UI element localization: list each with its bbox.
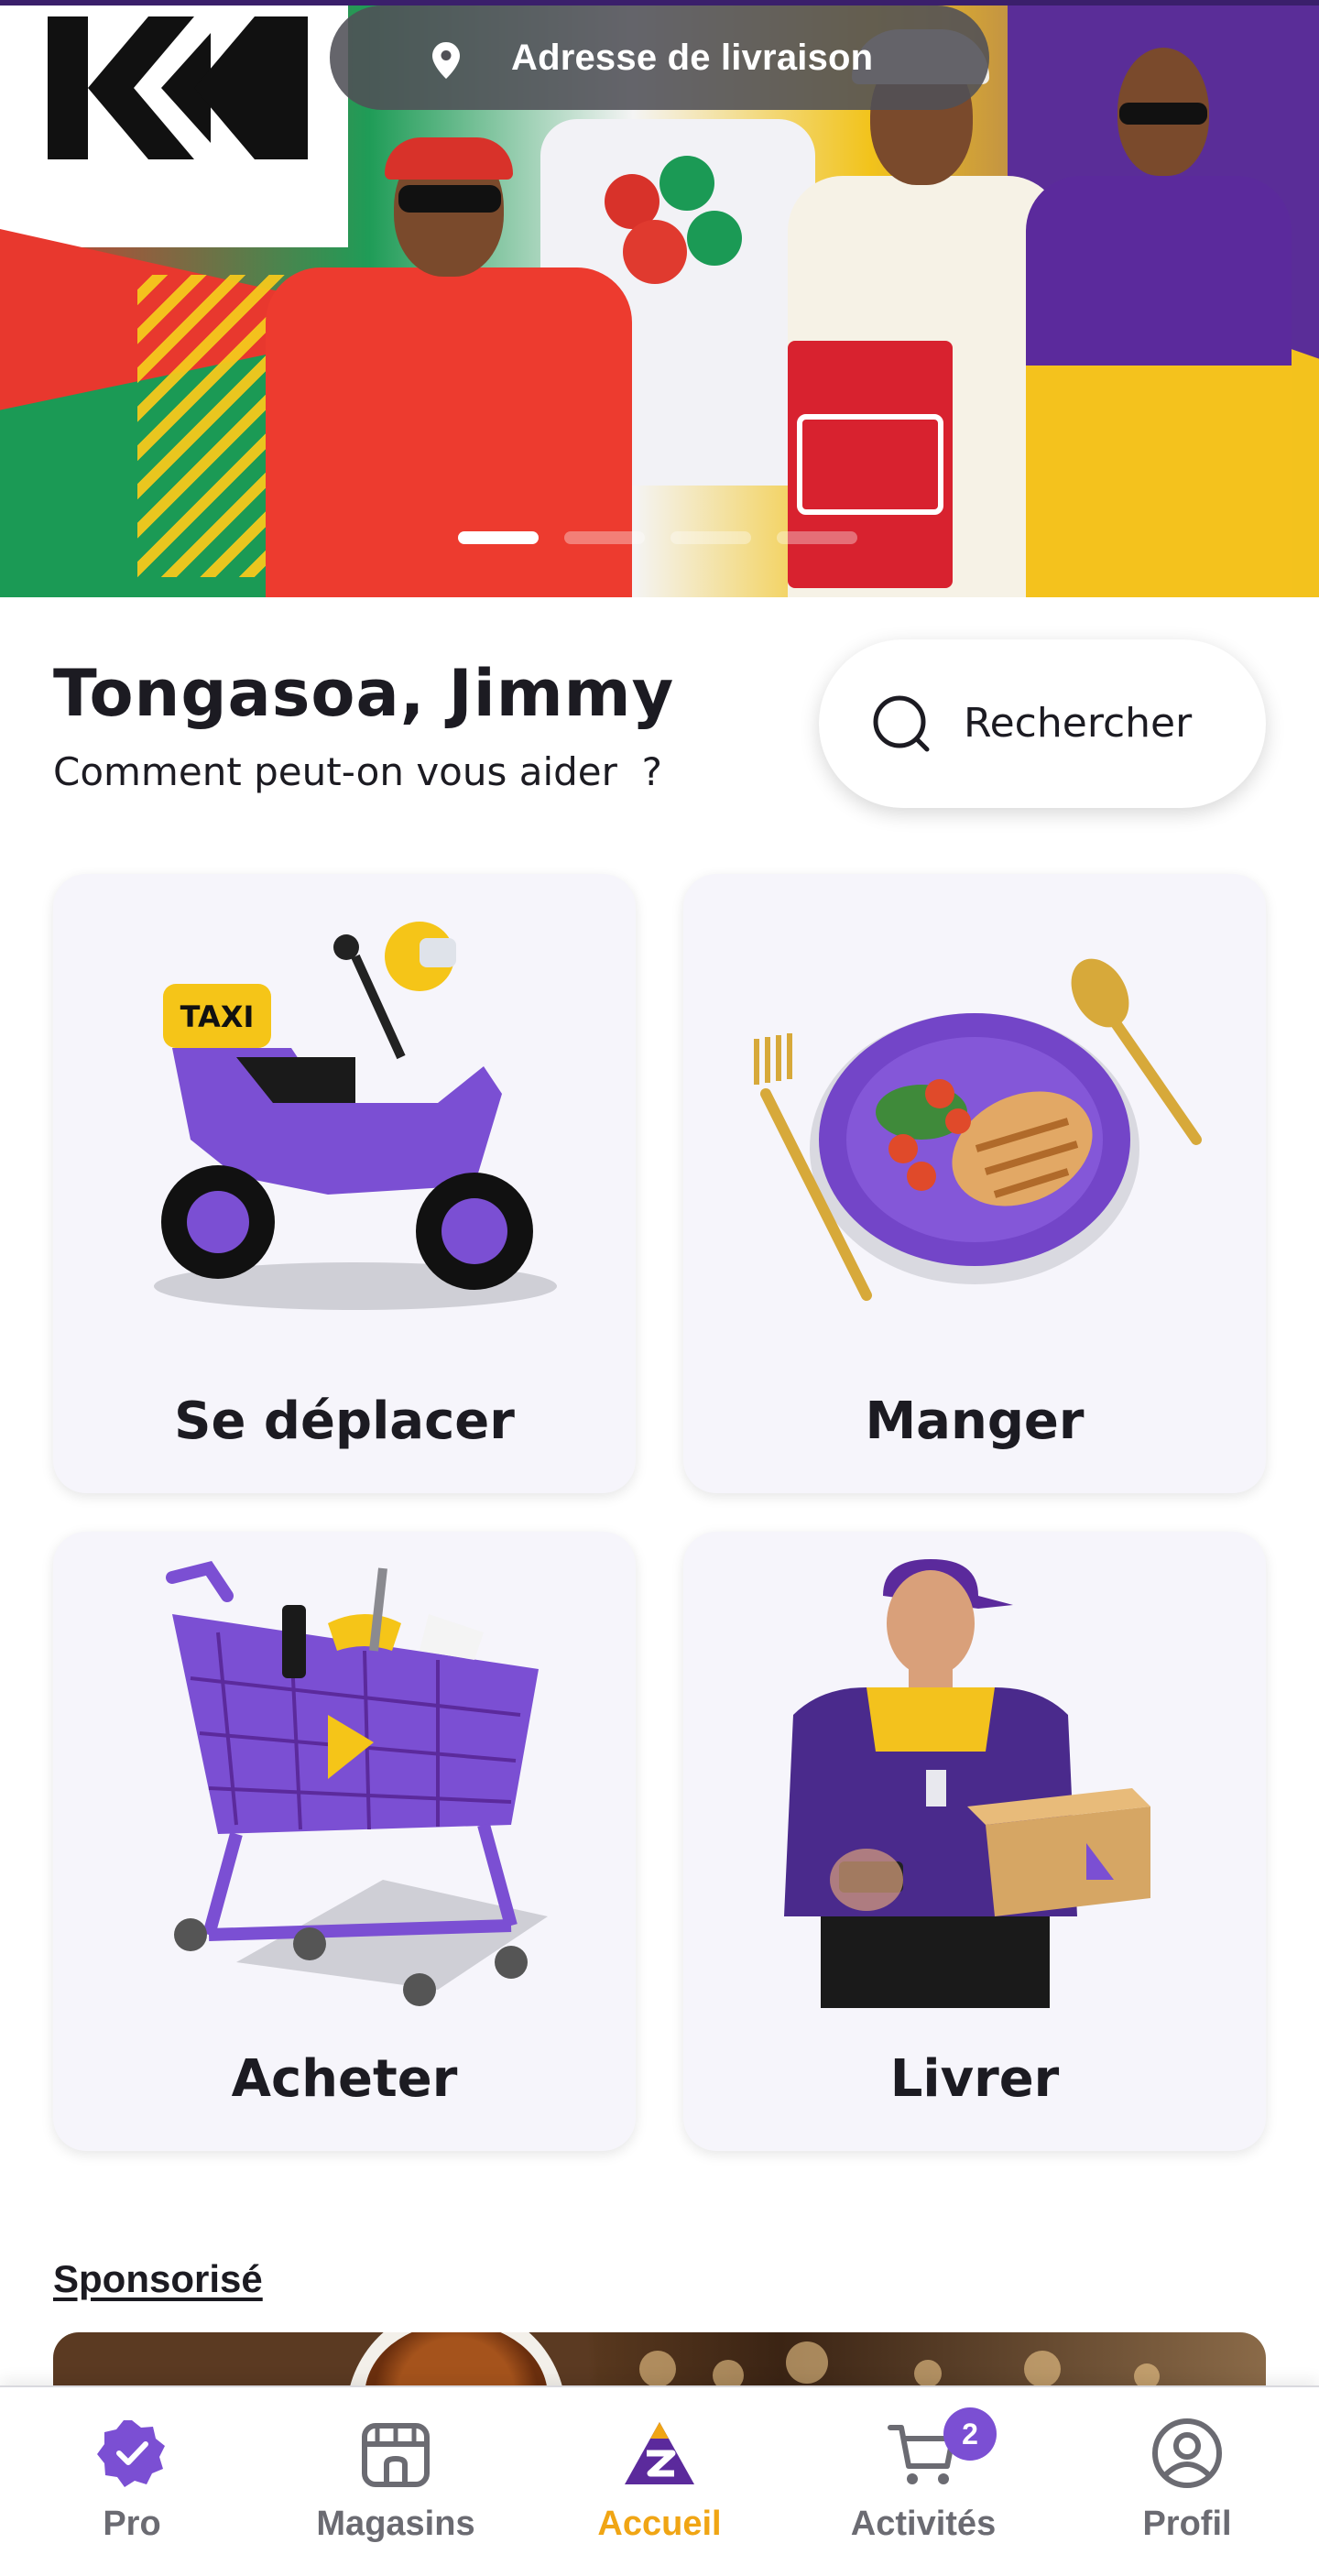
carousel-dot[interactable] bbox=[564, 531, 645, 544]
search-label: Rechercher bbox=[964, 700, 1193, 747]
search-button[interactable]: Rechercher bbox=[819, 639, 1266, 808]
nav-label-profile: Profil bbox=[1142, 2505, 1232, 2543]
bottom-navigation: Pro Magasins Accueil 2 Activités Profil bbox=[0, 2385, 1319, 2576]
nav-item-stores[interactable]: Magasins bbox=[264, 2387, 528, 2576]
carousel-dot[interactable] bbox=[670, 531, 751, 544]
service-label-move: Se déplacer bbox=[174, 1392, 515, 1451]
profile-icon bbox=[1152, 2418, 1222, 2488]
service-label-eat: Manger bbox=[865, 1392, 1085, 1451]
nav-label-activities: Activités bbox=[850, 2505, 997, 2543]
carousel-dot[interactable] bbox=[777, 531, 857, 544]
greeting-subtitle: Comment peut-on vous aider ? bbox=[53, 749, 662, 794]
location-pin-icon bbox=[432, 42, 460, 79]
service-card-move[interactable]: TAXI Se déplacer bbox=[53, 874, 636, 1493]
store-icon bbox=[362, 2423, 430, 2487]
service-card-eat[interactable]: Manger bbox=[683, 874, 1266, 1493]
greeting-title: Tongasoa, Jimmy bbox=[53, 656, 675, 731]
pro-badge-icon bbox=[97, 2420, 165, 2487]
promo-banner[interactable]: Adresse de livraison bbox=[0, 0, 1319, 597]
carousel-indicator bbox=[458, 531, 857, 544]
brand-logo bbox=[48, 16, 308, 159]
nav-label-stores: Magasins bbox=[316, 2505, 475, 2543]
nav-item-activities[interactable]: 2 Activités bbox=[791, 2387, 1055, 2576]
service-label-buy: Acheter bbox=[231, 2049, 458, 2109]
search-icon bbox=[873, 695, 930, 752]
shopping-cart-icon bbox=[166, 1561, 548, 2006]
carousel-dot[interactable] bbox=[458, 531, 539, 544]
svg-text:TAXI: TAXI bbox=[180, 999, 255, 1034]
nav-item-profile[interactable]: Profil bbox=[1055, 2387, 1319, 2576]
home-logo-icon bbox=[625, 2422, 694, 2484]
banner-model-purple bbox=[1017, 29, 1292, 597]
delivery-address-button[interactable]: Adresse de livraison bbox=[330, 5, 989, 110]
delivery-address-label: Adresse de livraison bbox=[511, 37, 874, 78]
service-card-deliver[interactable]: Livrer bbox=[683, 1532, 1266, 2151]
nav-label-pro: Pro bbox=[103, 2505, 161, 2543]
food-plate-icon bbox=[754, 958, 1202, 1301]
nav-item-pro[interactable]: Pro bbox=[0, 2387, 264, 2576]
activities-count-badge: 2 bbox=[943, 2407, 997, 2461]
banner-model-red bbox=[247, 84, 650, 597]
service-card-buy[interactable]: Acheter bbox=[53, 1532, 636, 2151]
nav-label-home: Accueil bbox=[597, 2505, 722, 2543]
nav-item-home[interactable]: Accueil bbox=[528, 2387, 791, 2576]
sponsored-section-title: Sponsorisé bbox=[53, 2257, 263, 2300]
service-label-deliver: Livrer bbox=[889, 2049, 1060, 2109]
taxi-scooter-icon: TAXI bbox=[154, 922, 557, 1310]
delivery-person-icon bbox=[784, 1559, 1150, 2008]
